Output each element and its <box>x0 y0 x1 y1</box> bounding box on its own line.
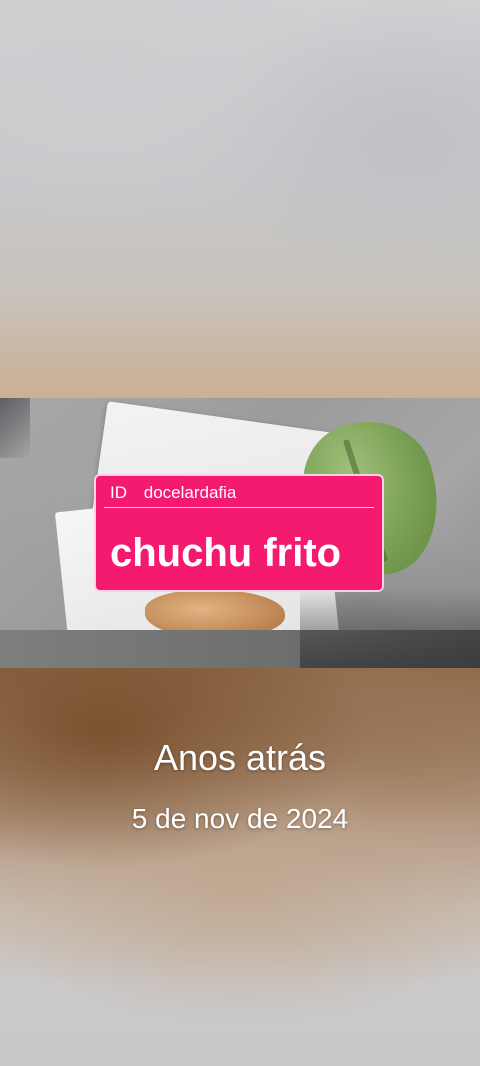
recipe-label-card: ID docelardafia chuchu frito <box>94 474 384 592</box>
memory-screen: ID docelardafia chuchu frito Anos atrás … <box>0 0 480 1066</box>
warm-gradient <box>0 300 480 398</box>
blurred-background-bottom <box>0 668 480 1066</box>
blurred-background-top <box>0 0 480 398</box>
recipe-title: chuchu frito <box>110 531 342 575</box>
photo-corner-shadow <box>0 398 30 458</box>
creator-id-row: ID docelardafia <box>110 482 236 504</box>
id-tag: ID <box>110 483 127 502</box>
memory-date: 5 de nov de 2024 <box>131 803 349 834</box>
creator-handle[interactable]: docelardafia <box>144 483 237 502</box>
photo-shadow <box>300 588 480 668</box>
label-divider <box>104 507 374 508</box>
memory-heading: Anos atrás <box>153 737 327 778</box>
